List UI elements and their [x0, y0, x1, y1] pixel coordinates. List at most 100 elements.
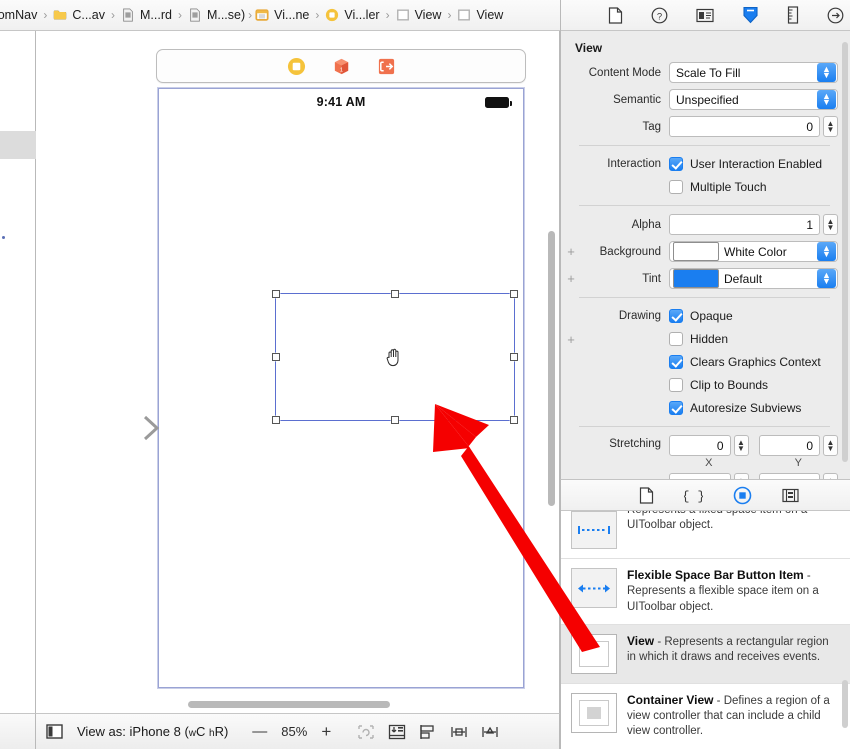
align-button[interactable] [419, 724, 437, 740]
breadcrumb-item-1[interactable]: C...av [53, 8, 105, 22]
resize-handle-top-left[interactable] [272, 290, 280, 298]
navigator-footer[interactable] [0, 713, 36, 749]
drawing-hidden-row[interactable]: + Hidden [565, 329, 838, 349]
file-inspector-tab[interactable] [608, 6, 623, 24]
stretching-y-group[interactable]: 0 ▲ ▼ Y [758, 435, 838, 469]
alpha-stepper[interactable]: ▲ ▼ [823, 214, 838, 235]
canvas-toolbar[interactable]: View as: iPhone 8 (wC hR) — 85% + [36, 713, 560, 749]
library-scrollbar[interactable] [842, 680, 848, 728]
clears-graphics-context-row[interactable]: Clears Graphics Context [565, 352, 838, 372]
multiple-touch-checkbox[interactable] [669, 180, 683, 194]
background-row[interactable]: + Background White Color ▲ ▼ [565, 241, 838, 262]
navigator-selected-row[interactable] [0, 131, 36, 159]
hidden-add-button[interactable]: + [565, 333, 577, 346]
user-interaction-enabled-checkbox[interactable] [669, 157, 683, 171]
hidden-checkbox[interactable] [669, 332, 683, 346]
breadcrumb-item-5[interactable]: Vi...ler [325, 8, 380, 22]
exit-dock-icon[interactable] [377, 57, 396, 76]
stretching-x-group[interactable]: 0 ▲ ▼ X [669, 435, 749, 469]
device-scene-iphone8[interactable]: 9:41 AM [157, 87, 525, 689]
breadcrumb-item-7[interactable]: View [457, 8, 503, 22]
tag-row[interactable]: Tag 0 ▲ ▼ [565, 116, 838, 137]
canvas-horizontal-scrollbar[interactable] [188, 701, 390, 708]
stretching-x-input[interactable]: 0 [669, 435, 731, 456]
inspector-tab-bar[interactable]: ? [561, 0, 850, 31]
zoom-in-button[interactable]: + [321, 723, 331, 740]
update-frames-button[interactable] [357, 724, 375, 740]
breadcrumb-item-6[interactable]: View [396, 8, 441, 22]
background-color-popup[interactable]: White Color ▲ ▼ [669, 241, 838, 262]
content-mode-popup[interactable]: Scale To Fill ▲ ▼ [669, 62, 838, 83]
library-item-list[interactable]: Represents a fixed space item on a UIToo… [561, 511, 850, 749]
breadcrumb-item-4[interactable]: Vi...ne [255, 8, 309, 22]
clip-to-bounds-checkbox[interactable] [669, 378, 683, 392]
object-library[interactable]: { } Rep [560, 479, 850, 749]
quick-help-inspector-tab[interactable]: ? [651, 7, 668, 24]
semantic-row[interactable]: Semantic Unspecified ▲ ▼ [565, 89, 838, 110]
stretching-x-stepper[interactable]: ▲ ▼ [733, 435, 749, 456]
background-add-button[interactable]: + [565, 245, 577, 258]
stretching-y-stepper[interactable]: ▲ ▼ [823, 435, 838, 456]
list-item-view[interactable]: View - Represents a rectangular region i… [561, 624, 850, 684]
breadcrumb-item-0[interactable]: stomNav [0, 8, 37, 22]
clip-to-bounds-row[interactable]: Clip to Bounds [565, 375, 838, 395]
interface-builder-canvas[interactable]: 1 9:41 AM [36, 31, 560, 713]
resize-handle-top-center[interactable] [391, 290, 399, 298]
alpha-row[interactable]: Alpha 1 ▲ ▼ [565, 214, 838, 235]
semantic-popup[interactable]: Unspecified ▲ ▼ [669, 89, 838, 110]
alpha-input[interactable]: 1 [669, 214, 820, 235]
list-item[interactable]: Represents a fixed space item on a UIToo… [561, 511, 850, 559]
tint-row[interactable]: + Tint Default ▲ ▼ [565, 268, 838, 289]
resolve-issues-button[interactable] [481, 724, 499, 740]
content-mode-row[interactable]: Content Mode Scale To Fill ▲ ▼ [565, 62, 838, 83]
autoresize-subviews-checkbox[interactable] [669, 401, 683, 415]
list-item[interactable]: Flexible Space Bar Button Item - Represe… [561, 559, 850, 625]
selected-view[interactable] [272, 290, 518, 424]
first-responder-dock-icon[interactable]: 1 [332, 57, 351, 76]
breadcrumb[interactable]: stomNav › C...av › M...rd › M...se) [0, 0, 560, 31]
zoom-out-button[interactable]: — [252, 723, 267, 740]
size-inspector-tab[interactable] [787, 6, 799, 24]
autolayout-toolbar[interactable] [357, 724, 499, 740]
opaque-checkbox[interactable] [669, 309, 683, 323]
resize-handle-bottom-right[interactable] [510, 416, 518, 424]
autoresize-subviews-row[interactable]: Autoresize Subviews [565, 398, 838, 418]
stretching-y-input[interactable]: 0 [758, 435, 820, 456]
tag-input[interactable]: 0 [669, 116, 820, 137]
multiple-touch-row[interactable]: Multiple Touch [565, 177, 838, 197]
embed-in-stack-button[interactable] [388, 724, 406, 740]
scene-dock[interactable]: 1 [156, 49, 526, 83]
resize-handle-bottom-center[interactable] [391, 416, 399, 424]
connections-inspector-tab[interactable] [827, 7, 844, 24]
media-library-tab[interactable] [781, 488, 799, 503]
pin-button[interactable] [450, 724, 468, 740]
resize-handle-top-right[interactable] [510, 290, 518, 298]
breadcrumb-item-2[interactable]: M...rd [121, 8, 172, 22]
tint-add-button[interactable]: + [565, 272, 577, 285]
attributes-inspector[interactable]: ? View Content Mode Scale To Fill ▲ ▼ Se… [560, 0, 850, 479]
background-color-swatch[interactable] [673, 242, 719, 261]
tag-stepper[interactable]: ▲ ▼ [823, 116, 838, 137]
user-interaction-enabled-row[interactable]: User Interaction Enabled [669, 157, 822, 171]
breadcrumb-item-3[interactable]: M...se) [188, 8, 245, 22]
zoom-controls[interactable]: — 85% + [252, 723, 331, 740]
identity-inspector-tab[interactable] [695, 8, 714, 23]
attributes-inspector-tab[interactable] [742, 6, 759, 24]
drawing-opaque-row[interactable]: Drawing Opaque [565, 306, 838, 326]
code-snippet-library-tab[interactable]: { } [684, 488, 703, 503]
inspector-scrollbar[interactable] [842, 42, 848, 462]
view-as-label[interactable]: View as: iPhone 8 (wC hR) [77, 724, 228, 739]
resize-handle-middle-left[interactable] [272, 353, 280, 361]
file-template-library-tab[interactable] [639, 486, 654, 504]
resize-handle-bottom-left[interactable] [272, 416, 280, 424]
view-controller-dock-icon[interactable] [287, 57, 306, 76]
tint-color-swatch[interactable] [673, 269, 719, 288]
document-outline-toggle-icon[interactable] [46, 724, 63, 739]
navigator-panel[interactable] [0, 31, 36, 713]
stretching-xy-row[interactable]: Stretching 0 ▲ ▼ X 0 ▲ ▼ Y [565, 435, 838, 469]
zoom-level-label[interactable]: 85% [281, 724, 307, 739]
object-library-tab[interactable] [733, 486, 752, 505]
list-item[interactable]: Container View - Defines a region of a v… [561, 683, 850, 749]
tint-color-popup[interactable]: Default ▲ ▼ [669, 268, 838, 289]
library-tab-bar[interactable]: { } [561, 480, 850, 511]
